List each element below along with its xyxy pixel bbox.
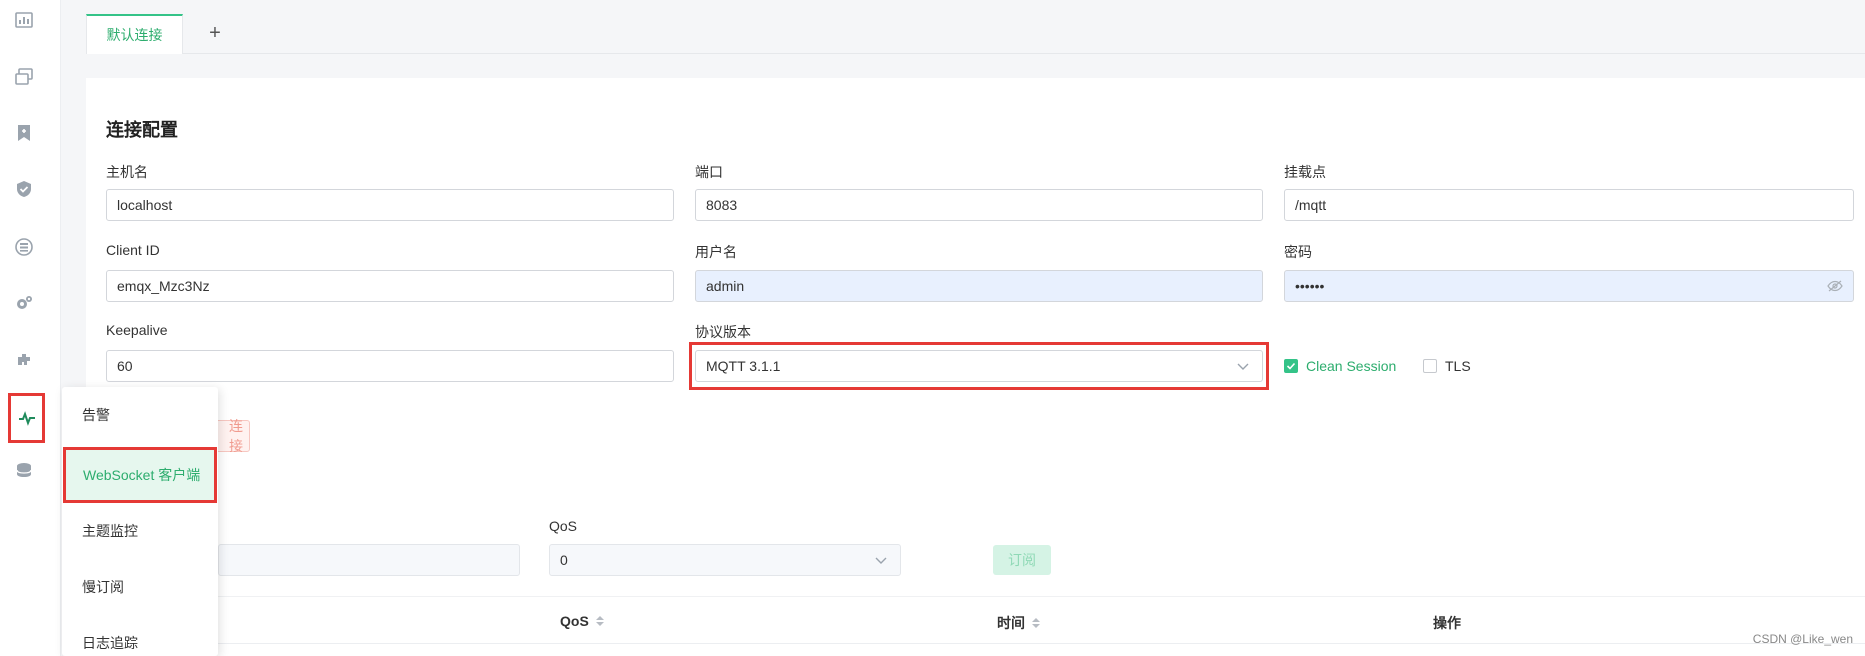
connection-tabs: 默认连接 +: [86, 0, 1865, 54]
password-label: 密码: [1284, 244, 1312, 260]
sidebar-rail: [0, 0, 61, 656]
mount-input[interactable]: [1284, 189, 1854, 221]
clientid-input[interactable]: [106, 270, 674, 302]
username-label: 用户名: [695, 244, 737, 260]
menu-item-slow-subscriptions[interactable]: 慢订阅: [62, 559, 218, 615]
diagnose-flyout-menu: 告警 WebSocket 客户端 主题监控 慢订阅 日志追踪: [62, 387, 218, 656]
mount-label: 挂载点: [1284, 164, 1326, 180]
data-integration-icon[interactable]: [0, 227, 47, 267]
clean-session-checkbox[interactable]: Clean Session: [1284, 358, 1396, 374]
clean-session-label: Clean Session: [1306, 358, 1397, 374]
qos-select[interactable]: 0: [549, 544, 901, 576]
protocol-label: 协议版本: [695, 324, 751, 340]
eye-off-icon[interactable]: [1827, 280, 1843, 292]
username-input[interactable]: [695, 270, 1263, 302]
column-qos[interactable]: QoS: [560, 613, 605, 629]
sort-icon[interactable]: [595, 615, 605, 627]
qos-select-value: 0: [560, 552, 568, 568]
host-input[interactable]: [106, 189, 674, 221]
connect-button-label: 连接: [229, 418, 243, 454]
password-input[interactable]: [1284, 270, 1854, 302]
checkbox-unchecked-icon: [1423, 359, 1437, 373]
connection-card: 连接配置 主机名 端口 挂载点 Client ID 用户名 密码 Keepali…: [86, 78, 1865, 656]
qos-label: QoS: [549, 518, 578, 534]
checkbox-checked-icon: [1284, 359, 1298, 373]
extensions-icon[interactable]: [0, 450, 47, 490]
menu-item-log-trace[interactable]: 日志追踪: [62, 615, 218, 656]
column-actions: 操作: [1433, 613, 1461, 633]
tls-label: TLS: [1445, 358, 1471, 374]
tab-default-connection[interactable]: 默认连接: [86, 14, 183, 54]
highlight-frame-protocol: [689, 342, 1269, 390]
diagnose-icon[interactable]: [8, 393, 45, 443]
menu-item-topic-metrics[interactable]: 主题监控: [62, 503, 218, 559]
plugins-icon[interactable]: [0, 340, 47, 380]
security-icon[interactable]: [0, 169, 47, 209]
watermark: CSDN @Like_wen: [1752, 632, 1853, 646]
column-time-label: 时间: [997, 615, 1025, 631]
menu-item-alarms[interactable]: 告警: [62, 387, 218, 443]
column-actions-label: 操作: [1433, 615, 1461, 631]
chevron-down-icon: [875, 557, 887, 564]
keepalive-input[interactable]: [106, 350, 674, 382]
port-label: 端口: [695, 164, 723, 180]
management-icon[interactable]: [0, 283, 47, 323]
section-title: 连接配置: [106, 120, 178, 140]
keepalive-label: Keepalive: [106, 322, 168, 338]
clientid-label: Client ID: [106, 242, 160, 258]
port-input[interactable]: [695, 189, 1263, 221]
subscriptions-table-header: QoS 时间 操作: [86, 596, 1865, 644]
add-tab-button[interactable]: +: [200, 18, 230, 48]
subscriptions-icon[interactable]: [0, 113, 47, 153]
column-qos-label: QoS: [560, 613, 589, 629]
tls-checkbox[interactable]: TLS: [1423, 358, 1471, 374]
sort-icon[interactable]: [1031, 617, 1041, 629]
column-time[interactable]: 时间: [997, 613, 1041, 633]
dashboard-icon[interactable]: [0, 0, 47, 40]
host-label: 主机名: [106, 164, 148, 180]
subscribe-button[interactable]: 订阅: [993, 545, 1051, 575]
clients-icon[interactable]: [0, 57, 47, 97]
topic-input[interactable]: [218, 544, 520, 576]
menu-item-websocket-client[interactable]: WebSocket 客户端: [63, 447, 217, 503]
